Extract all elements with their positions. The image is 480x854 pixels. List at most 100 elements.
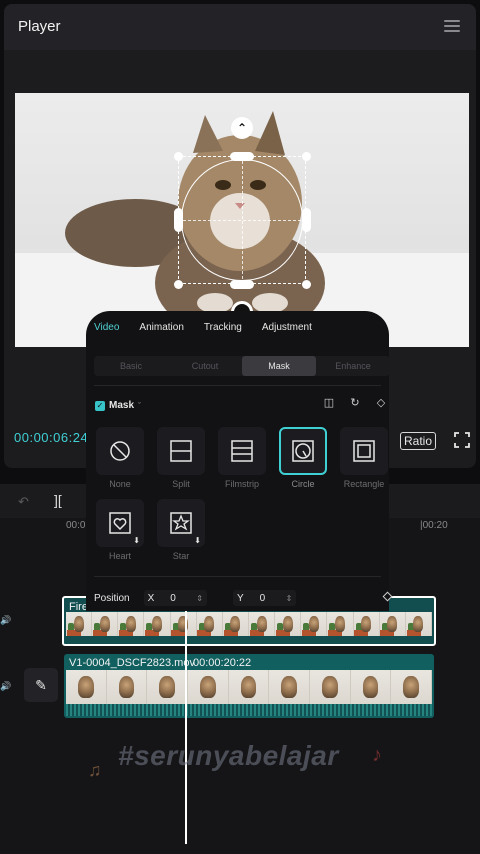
thumbnail-frame [106,670,148,704]
filmstrip-mask-icon [231,440,253,462]
clip-name: V1-0004_DSCF2823.mov [69,657,195,669]
thumbnail-frame [248,612,276,636]
edit-panel: Video Animation Tracking Adjustment Basi… [86,311,393,611]
ruler-start: 00:0 [66,520,86,531]
subtab-basic[interactable]: Basic [94,356,168,376]
tab-animation[interactable]: Animation [139,322,183,333]
shape-label: Heart [108,551,131,561]
resize-handle-right[interactable] [302,208,311,232]
thumbnail-frame [405,612,432,636]
speaker-icon[interactable]: 🔊 [0,615,11,626]
download-icon: ⬇ [133,536,140,545]
feather-icon[interactable]: ⌃ [231,117,253,139]
x-value[interactable]: 0 [170,593,190,604]
heart-mask-icon [109,512,131,534]
invert-mask-icon[interactable]: ◫ [323,397,335,409]
shape-filmstrip[interactable]: Filmstrip [218,427,266,489]
thumbnail-frame [301,612,328,636]
watermark-text: #serunyabelajar [118,740,339,771]
stepper-icon[interactable]: ⇕ [196,594,203,603]
ratio-button[interactable]: Ratio [400,432,437,450]
checkbox-checked-icon[interactable]: ✓ [95,400,105,411]
edit-pencil-icon[interactable]: ✎ [24,668,58,702]
reset-icon[interactable]: ↻ [349,397,361,409]
filmstrip-thumbnails [66,612,432,636]
main-clip[interactable]: V1-0004_DSCF2823.mov 00:00:20:22 [64,654,434,718]
position-label: Position [94,592,130,604]
thumbnail-frame [327,612,354,636]
player-header: Player [4,4,476,50]
y-value[interactable]: 0 [260,593,280,604]
subtab-mask[interactable]: Mask [242,356,316,376]
mask-guide-vertical [242,156,243,284]
menu-icon[interactable] [444,20,460,32]
shape-circle[interactable]: Circle [279,427,327,489]
thumbnail-frame [222,612,249,636]
audio-waveform [66,704,432,716]
thumbnail-frame [66,670,107,704]
split-icon[interactable]: ][ [54,492,62,508]
filmstrip-thumbnails [66,670,432,704]
current-timecode: 00:00:06:24 [14,430,89,445]
download-icon: ⬇ [194,536,201,545]
subtab-enhance[interactable]: Enhance [316,356,390,376]
shape-label: Split [172,479,190,489]
shape-heart[interactable]: ⬇ Heart [96,499,144,561]
divider [94,385,381,386]
subtab-cutout[interactable]: Cutout [168,356,242,376]
thumbnail-frame [196,612,223,636]
thumbnail-frame [391,670,432,704]
panel-tabs: Video Animation Tracking Adjustment [94,322,312,333]
shape-rectangle[interactable]: Rectangle [340,427,388,489]
shape-label: Filmstrip [225,479,259,489]
clip-duration: 00:00:20:22 [193,657,252,669]
resize-handle-top[interactable] [230,152,254,161]
y-axis-label: Y [236,592,244,604]
resize-handle-bottom-left[interactable] [174,280,183,289]
thumbnail-frame [310,670,351,704]
chevron-down-icon[interactable]: ˇ [138,401,141,411]
none-icon [110,441,130,461]
tab-adjustment[interactable]: Adjustment [262,322,312,333]
x-axis-label: X [147,592,155,604]
ruler-end: |00:20 [420,520,448,531]
resize-handle-bottom[interactable] [230,280,254,289]
thumbnail-frame [147,670,189,704]
thumbnail-frame [228,670,270,704]
resize-handle-top-left[interactable] [174,152,183,161]
sub-tabs: Basic Cutout Mask Enhance [94,356,390,376]
resize-handle-bottom-right[interactable] [302,280,311,289]
position-row: Position X 0 ⇕ Y 0 ⇕ [94,590,297,606]
rectangle-mask-icon [353,440,375,462]
watermark-decoration-icon: ♪ [372,744,382,766]
shape-star[interactable]: ⬇ Star [157,499,205,561]
tab-tracking[interactable]: Tracking [204,322,242,333]
undo-icon[interactable]: ↶ [18,494,29,510]
position-x-field[interactable]: X 0 ⇕ [143,590,207,606]
thumbnail-frame [269,670,311,704]
thumbnail-frame [275,612,302,636]
resize-handle-left[interactable] [174,208,183,232]
watermark-decoration-icon: ♫ [88,760,102,780]
shape-label: Rectangle [343,479,385,489]
shape-none[interactable]: None [96,427,144,489]
fullscreen-icon[interactable] [454,432,470,448]
keyframe-icon[interactable]: ◇ [375,397,387,409]
thumbnail-frame [353,612,380,636]
thumbnail-frame [92,612,119,636]
circle-mask-icon [292,440,314,462]
video-preview[interactable]: ⌃ [15,93,469,347]
speaker-icon[interactable]: 🔊 [0,681,11,692]
mask-toggle-label: Mask [109,400,135,411]
mask-toggle[interactable]: ✓ Mask ˇ [95,400,141,411]
tab-video[interactable]: Video [94,322,119,333]
panel-actions: ◫ ↻ ◇ [323,397,387,409]
stepper-icon[interactable]: ⇕ [286,594,293,603]
resize-handle-top-right[interactable] [302,152,311,161]
shape-split[interactable]: Split [157,427,205,489]
position-y-field[interactable]: Y 0 ⇕ [232,590,297,606]
thumbnail-frame [188,670,229,704]
thumbnail-frame [350,670,392,704]
split-mask-icon [170,440,192,462]
thumbnail-frame [379,612,406,636]
